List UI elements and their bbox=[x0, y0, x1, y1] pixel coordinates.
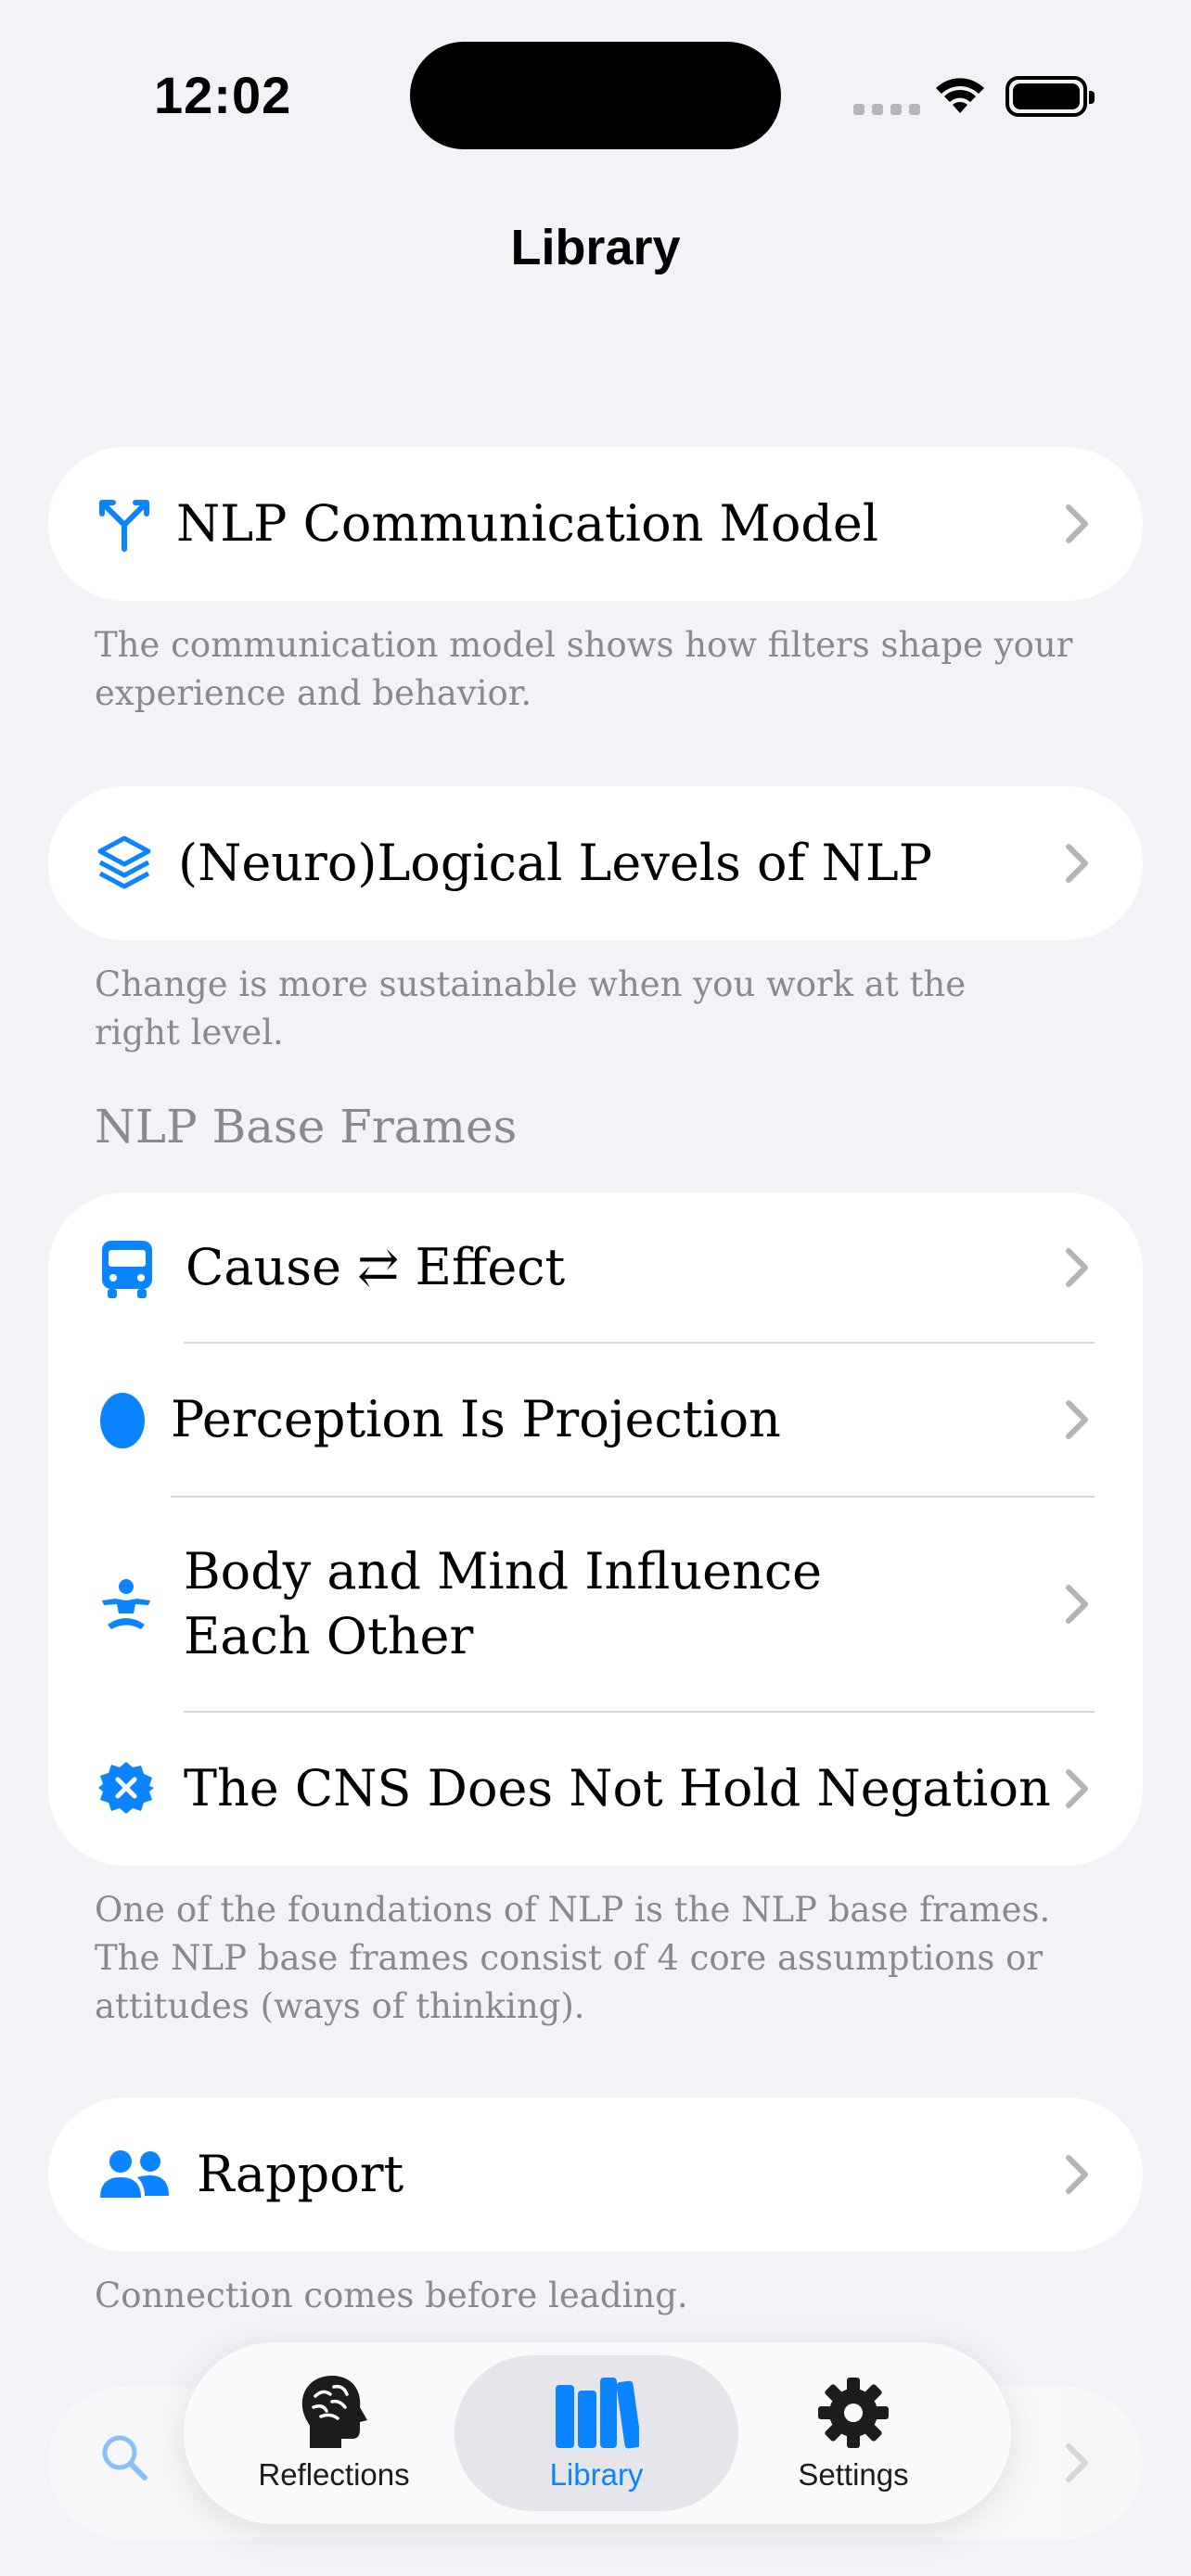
gear-icon bbox=[818, 2378, 889, 2448]
books-icon bbox=[556, 2378, 639, 2449]
body-mind-label: Body and Mind Influence Each Other bbox=[184, 1542, 823, 1665]
logical-levels-footnote: Change is more sustainable when you work… bbox=[95, 964, 967, 1052]
chevron-right-icon bbox=[1066, 1769, 1088, 1808]
tab-library-label: Library bbox=[549, 2457, 644, 2492]
rapport-card[interactable]: Rapport bbox=[48, 2098, 1143, 2251]
cause-effect-label: Cause ⇄ Effect bbox=[186, 1238, 566, 1296]
cns-negation-row[interactable]: The CNS Does Not Hold Negation bbox=[48, 1712, 1143, 1866]
tab-bar: Reflections Library Settings bbox=[184, 2342, 1011, 2524]
bus-icon bbox=[100, 1239, 154, 1300]
rapport-footnote: Connection comes before leading. bbox=[95, 2276, 688, 2315]
chevron-right-icon bbox=[1066, 2155, 1088, 2194]
chevron-right-icon bbox=[1066, 1585, 1088, 1624]
search-icon bbox=[102, 2435, 147, 2480]
cellular-signal-icon bbox=[853, 104, 920, 115]
fork-arrow-icon bbox=[98, 497, 150, 553]
tab-settings[interactable]: Settings bbox=[761, 2355, 946, 2511]
communication-model-row[interactable]: NLP Communication Model bbox=[48, 447, 1143, 601]
base-frames-footnote: One of the foundations of NLP is the NLP… bbox=[95, 1890, 1051, 2026]
tab-reflections-label: Reflections bbox=[258, 2457, 410, 2492]
base-frames-header: NLP Base Frames bbox=[95, 1100, 518, 1154]
chevron-right-icon bbox=[1066, 1248, 1088, 1287]
status-time: 12:02 bbox=[154, 66, 292, 124]
brain-head-icon bbox=[301, 2376, 367, 2448]
xmark-seal-icon bbox=[98, 1760, 154, 1816]
page-title: Library bbox=[510, 220, 681, 275]
rapport-label: Rapport bbox=[197, 2145, 404, 2203]
people-icon bbox=[100, 2149, 169, 2200]
communication-model-card[interactable]: NLP Communication Model bbox=[48, 447, 1143, 601]
cns-negation-label: The CNS Does Not Hold Negation bbox=[184, 1759, 1051, 1817]
layers-icon bbox=[96, 835, 152, 892]
base-frames-card: Cause ⇄ Effect Perception Is Projection … bbox=[48, 1192, 1143, 1866]
chevron-right-icon bbox=[1066, 844, 1088, 883]
communication-model-label: NLP Communication Model bbox=[176, 494, 879, 553]
logical-levels-card[interactable]: (Neuro)Logical Levels of NLP bbox=[48, 786, 1143, 940]
battery-icon bbox=[1005, 76, 1095, 117]
cause-effect-row[interactable]: Cause ⇄ Effect bbox=[48, 1192, 1143, 1343]
body-mind-row[interactable]: Body and Mind Influence Each Other bbox=[48, 1497, 1143, 1712]
chevron-right-icon bbox=[1066, 504, 1088, 543]
rapport-row[interactable]: Rapport bbox=[48, 2098, 1143, 2251]
dynamic-island bbox=[410, 42, 781, 149]
tab-settings-label: Settings bbox=[798, 2457, 909, 2492]
wifi-icon bbox=[936, 78, 984, 113]
oval-icon bbox=[98, 1391, 147, 1450]
perception-projection-row[interactable]: Perception Is Projection bbox=[48, 1343, 1143, 1497]
tab-reflections[interactable]: Reflections bbox=[241, 2355, 427, 2511]
figure-icon bbox=[98, 1578, 154, 1630]
perception-projection-label: Perception Is Projection bbox=[171, 1390, 781, 1448]
chevron-right-icon bbox=[1066, 1400, 1088, 1439]
logical-levels-label: (Neuro)Logical Levels of NLP bbox=[178, 834, 933, 892]
tab-library[interactable]: Library bbox=[455, 2355, 738, 2511]
communication-model-footnote: The communication model shows how filter… bbox=[95, 625, 1073, 713]
chevron-right-icon bbox=[1066, 2443, 1088, 2482]
logical-levels-row[interactable]: (Neuro)Logical Levels of NLP bbox=[48, 786, 1143, 940]
